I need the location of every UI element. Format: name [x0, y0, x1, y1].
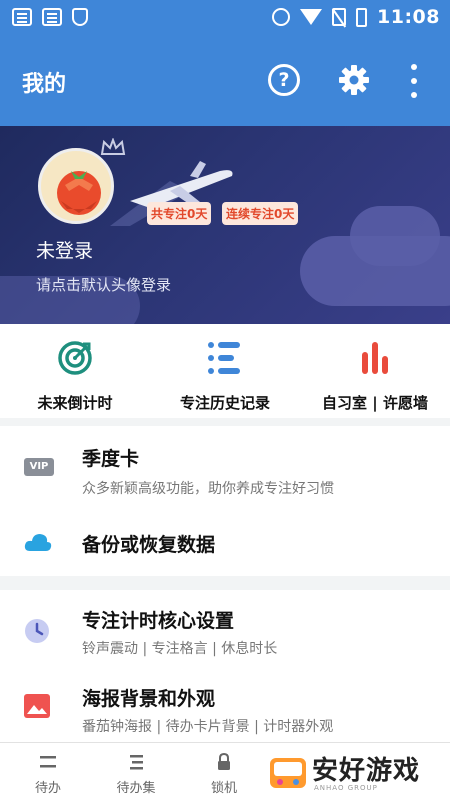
- gear-icon[interactable]: [338, 64, 370, 96]
- list-icon: [208, 342, 240, 374]
- poster-subtitle: 番茄钟海报 | 待办卡片背景 | 计时器外观: [82, 719, 334, 735]
- cloud-icon: [24, 534, 52, 551]
- history-action[interactable]: 专注历史记录: [150, 340, 300, 413]
- app-bar: 我的 ?: [0, 36, 450, 126]
- season-card-subtitle: 众多新颖高级功能，助你养成专注好习惯: [82, 481, 334, 497]
- avatar[interactable]: [38, 148, 114, 224]
- notification-list-icon: [12, 8, 32, 26]
- total-focus-chip: 共专注0天: [147, 202, 212, 225]
- help-icon[interactable]: ?: [268, 64, 300, 96]
- target-icon: [58, 341, 92, 375]
- tomato-icon: [57, 171, 101, 215]
- study-room-label: 自习室 | 许愿墙: [322, 394, 428, 412]
- profile-banner: 共专注0天 连续专注0天 未登录 请点击默认头像登录: [0, 126, 450, 324]
- watermark-logo: 安好游戏 ANHAO GROUP: [264, 748, 444, 796]
- season-card-title: 季度卡: [82, 448, 140, 470]
- tab-todo-set[interactable]: 待办集: [96, 751, 176, 796]
- backup-row[interactable]: 备份或恢复数据: [0, 516, 450, 576]
- todo-tab-icon: [8, 751, 88, 773]
- image-icon: [24, 694, 50, 718]
- quick-actions: 未来倒计时 专注历史记录 自习室 | 许愿墙: [0, 324, 450, 418]
- alarm-icon: [272, 8, 291, 26]
- status-bar: 11:08: [0, 0, 450, 36]
- todo-set-tab-icon: [96, 751, 176, 773]
- shield-icon: [72, 8, 88, 26]
- tab-todo-set-label: 待办集: [116, 781, 156, 796]
- wifi-icon: [300, 9, 323, 25]
- login-status[interactable]: 未登录: [36, 236, 93, 263]
- settings-section: 专注计时核心设置 铃声震动 | 专注格言 | 休息时长 海报背景和外观 番茄钟海…: [0, 590, 450, 742]
- tab-todo[interactable]: 待办: [8, 751, 88, 796]
- streak-focus-chip: 连续专注0天: [222, 202, 299, 225]
- login-hint[interactable]: 请点击默认头像登录: [36, 274, 171, 295]
- gamepad-logo-icon: [270, 758, 306, 788]
- clock-icon: [25, 619, 49, 643]
- countdown-action[interactable]: 未来倒计时: [0, 340, 150, 413]
- more-menu-icon[interactable]: [406, 64, 422, 98]
- core-settings-title: 专注计时核心设置: [82, 610, 235, 632]
- crown-icon: [100, 138, 126, 155]
- watermark-subtext: ANHAO GROUP: [314, 784, 378, 792]
- page-title: 我的: [22, 72, 67, 97]
- membership-section: VIP 季度卡 众多新颖高级功能，助你养成专注好习惯 备份或恢复数据: [0, 426, 450, 576]
- history-label: 专注历史记录: [179, 394, 270, 412]
- backup-title: 备份或恢复数据: [82, 534, 216, 556]
- poster-row[interactable]: 海报背景和外观 番茄钟海报 | 待办卡片背景 | 计时器外观: [0, 672, 450, 742]
- core-settings-row[interactable]: 专注计时核心设置 铃声震动 | 专注格言 | 休息时长: [0, 590, 450, 670]
- season-card-row[interactable]: VIP 季度卡 众多新颖高级功能，助你养成专注好习惯: [0, 426, 450, 510]
- watermark-text: 安好游戏: [312, 756, 421, 786]
- bar-chart-icon: [362, 342, 388, 374]
- countdown-label: 未来倒计时: [37, 394, 113, 412]
- study-room-action[interactable]: 自习室 | 许愿墙: [300, 340, 450, 413]
- tab-lock[interactable]: 锁机: [184, 751, 264, 796]
- battery-icon: [356, 7, 368, 27]
- poster-title: 海报背景和外观: [82, 688, 216, 710]
- tab-lock-label: 锁机: [210, 781, 237, 796]
- vip-badge: VIP: [24, 458, 54, 476]
- cloud-decoration: [350, 206, 440, 266]
- status-time: 11:08: [377, 6, 440, 28]
- system-indicators: 11:08: [272, 6, 440, 28]
- tab-todo-label: 待办: [34, 781, 61, 796]
- notification-icons: [12, 8, 88, 26]
- lock-icon: [184, 751, 264, 773]
- no-sim-icon: [332, 8, 347, 26]
- core-settings-subtitle: 铃声震动 | 专注格言 | 休息时长: [82, 641, 278, 657]
- notification-list-icon: [42, 8, 62, 26]
